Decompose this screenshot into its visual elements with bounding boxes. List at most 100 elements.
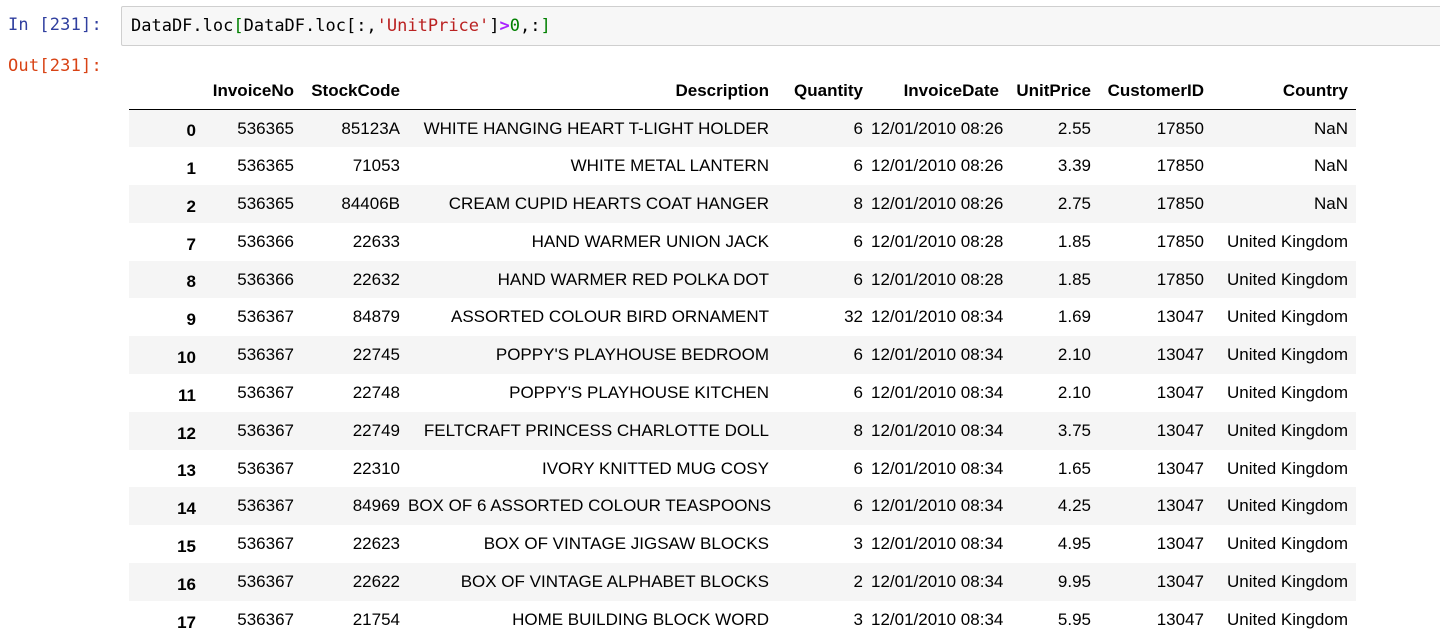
cell-unitprice: 1.69 bbox=[1057, 307, 1091, 327]
cell-description: BOX OF VINTAGE JIGSAW BLOCKS bbox=[483, 534, 769, 554]
cell-description: BOX OF VINTAGE ALPHABET BLOCKS bbox=[460, 571, 769, 591]
cell-invoicedate: 12/01/2010 08:34 bbox=[871, 534, 1004, 554]
output-prompt: Out[231]: bbox=[8, 56, 102, 76]
cell-country: NaN bbox=[1313, 156, 1348, 176]
code-token-operator: > bbox=[499, 16, 510, 36]
cell-country: United Kingdom bbox=[1227, 420, 1348, 440]
code-token-close-bracket: ] bbox=[540, 16, 551, 36]
cell-unitprice: 5.95 bbox=[1057, 609, 1091, 629]
cell-country: NaN bbox=[1313, 118, 1348, 138]
cell-customerid: 13047 bbox=[1156, 307, 1204, 327]
code-input-cell[interactable]: DataDF.loc[DataDF.loc[:,'UnitPrice']>0,:… bbox=[121, 6, 1440, 46]
cell-invoicedate: 12/01/2010 08:34 bbox=[871, 345, 1004, 365]
column-header-quantity: Quantity bbox=[777, 72, 871, 110]
cell-stockcode: 85123A bbox=[341, 118, 400, 138]
code-token-column-string: 'UnitPrice' bbox=[376, 16, 490, 36]
cell-invoiceno: 536365 bbox=[237, 156, 294, 176]
table-row: 15 536367 22623 BOX OF VINTAGE JIGSAW BLOCK… bbox=[129, 525, 1356, 563]
cell-country: United Kingdom bbox=[1227, 458, 1348, 478]
cell-customerid: 13047 bbox=[1156, 420, 1204, 440]
cell-unitprice: 3.39 bbox=[1057, 156, 1091, 176]
cell-quantity: 6 bbox=[853, 231, 863, 251]
code-token-inner-loc: DataDF.loc[:, bbox=[243, 16, 377, 36]
cell-customerid: 13047 bbox=[1156, 534, 1204, 554]
cell-country: United Kingdom bbox=[1227, 345, 1348, 365]
cell-customerid: 13047 bbox=[1156, 609, 1204, 629]
row-index: 7 bbox=[186, 234, 196, 254]
cell-stockcode: 22632 bbox=[352, 269, 400, 289]
cell-country: United Kingdom bbox=[1227, 496, 1348, 516]
cell-description: CREAM CUPID HEARTS COAT HANGER bbox=[448, 193, 769, 213]
cell-customerid: 17850 bbox=[1156, 193, 1204, 213]
row-index: 13 bbox=[177, 461, 196, 481]
table-row: 11 536367 22748 POPPY'S PLAYHOUSE KITCHEN 6 1… bbox=[129, 374, 1356, 412]
cell-invoicedate: 12/01/2010 08:34 bbox=[871, 496, 1004, 516]
cell-stockcode: 21754 bbox=[352, 609, 400, 629]
cell-invoicedate: 12/01/2010 08:34 bbox=[871, 307, 1004, 327]
column-header-invoicedate: InvoiceDate bbox=[871, 72, 1007, 110]
cell-quantity: 6 bbox=[853, 118, 863, 138]
column-header-country: Country bbox=[1212, 72, 1356, 110]
column-header-unitprice: UnitPrice bbox=[1007, 72, 1099, 110]
cell-quantity: 8 bbox=[853, 193, 863, 213]
cell-description: HAND WARMER RED POLKA DOT bbox=[497, 269, 769, 289]
cell-unitprice: 1.85 bbox=[1057, 269, 1091, 289]
row-index: 16 bbox=[177, 574, 196, 594]
table-row: 14 536367 84969 BOX OF 6 ASSORTED COLOUR TE… bbox=[129, 487, 1356, 526]
cell-invoiceno: 536367 bbox=[237, 534, 294, 554]
cell-quantity: 32 bbox=[844, 307, 863, 327]
row-index: 8 bbox=[186, 272, 196, 292]
table-row: 17 536367 21754 HOME BUILDING BLOCK WORD 3 12… bbox=[129, 601, 1356, 639]
cell-invoicedate: 12/01/2010 08:26 bbox=[871, 193, 1004, 213]
cell-unitprice: 2.10 bbox=[1057, 382, 1091, 402]
cell-quantity: 6 bbox=[853, 345, 863, 365]
cell-customerid: 13047 bbox=[1156, 571, 1204, 591]
cell-invoiceno: 536367 bbox=[237, 496, 294, 516]
cell-invoiceno: 536367 bbox=[237, 609, 294, 629]
cell-invoiceno: 536367 bbox=[237, 345, 294, 365]
cell-invoiceno: 536367 bbox=[237, 307, 294, 327]
row-index: 12 bbox=[177, 423, 196, 443]
code-token-inner-close: ] bbox=[489, 16, 500, 36]
cell-country: United Kingdom bbox=[1227, 571, 1348, 591]
cell-stockcode: 22748 bbox=[352, 382, 400, 402]
cell-unitprice: 2.10 bbox=[1057, 345, 1091, 365]
cell-customerid: 17850 bbox=[1156, 269, 1204, 289]
dataframe-table: InvoiceNo StockCode Description Quantity Inv… bbox=[129, 72, 1356, 639]
column-header-stockcode: StockCode bbox=[302, 72, 408, 110]
cell-quantity: 6 bbox=[853, 382, 863, 402]
input-prompt: In [231]: bbox=[8, 15, 102, 35]
cell-description: IVORY KNITTED MUG COSY bbox=[541, 458, 769, 478]
cell-customerid: 13047 bbox=[1156, 345, 1204, 365]
row-index: 2 bbox=[186, 196, 196, 216]
cell-unitprice: 9.95 bbox=[1057, 571, 1091, 591]
cell-invoicedate: 12/01/2010 08:34 bbox=[871, 420, 1004, 440]
cell-stockcode: 22623 bbox=[352, 534, 400, 554]
cell-invoiceno: 536367 bbox=[237, 420, 294, 440]
cell-stockcode: 84406B bbox=[341, 193, 400, 213]
cell-country: United Kingdom bbox=[1227, 231, 1348, 251]
cell-stockcode: 71053 bbox=[352, 156, 400, 176]
cell-customerid: 13047 bbox=[1156, 458, 1204, 478]
table-header-row: InvoiceNo StockCode Description Quantity Inv… bbox=[129, 72, 1356, 110]
cell-unitprice: 2.55 bbox=[1057, 118, 1091, 138]
cell-quantity: 3 bbox=[853, 534, 863, 554]
cell-invoicedate: 12/01/2010 08:34 bbox=[871, 609, 1004, 629]
cell-invoiceno: 536366 bbox=[237, 231, 294, 251]
cell-description: ASSORTED COLOUR BIRD ORNAMENT bbox=[450, 307, 769, 327]
cell-description: POPPY'S PLAYHOUSE KITCHEN bbox=[509, 382, 769, 402]
code-line[interactable]: DataDF.loc[DataDF.loc[:,'UnitPrice']>0,:… bbox=[131, 16, 551, 36]
cell-invoicedate: 12/01/2010 08:34 bbox=[871, 458, 1004, 478]
code-token-slice: ,: bbox=[520, 16, 541, 36]
row-index: 11 bbox=[178, 385, 196, 405]
table-row: 12 536367 22749 FELTCRAFT PRINCESS CHARLOTT… bbox=[129, 411, 1356, 450]
code-token-open-bracket: [ bbox=[233, 16, 244, 36]
cell-invoicedate: 12/01/2010 08:26 bbox=[871, 118, 1004, 138]
cell-country: United Kingdom bbox=[1227, 382, 1348, 402]
cell-unitprice: 2.75 bbox=[1057, 193, 1091, 213]
cell-description: HAND WARMER UNION JACK bbox=[531, 231, 769, 251]
cell-description: POPPY'S PLAYHOUSE BEDROOM bbox=[495, 345, 769, 365]
cell-description: BOX OF 6 ASSORTED COLOUR TEASPOONS bbox=[408, 496, 772, 516]
table-body: 0 536365 85123A WHITE HANGING HEART T-LIGHT… bbox=[129, 109, 1356, 639]
output-area: InvoiceNo StockCode Description Quantity Inv… bbox=[129, 72, 1356, 639]
